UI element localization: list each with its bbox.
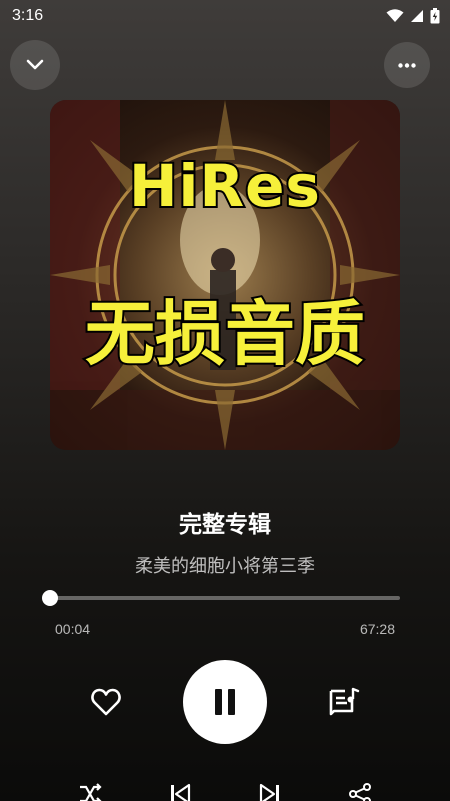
play-pause-button[interactable] <box>183 660 267 744</box>
shuffle-button[interactable] <box>76 780 104 801</box>
previous-track-button[interactable] <box>166 780 194 801</box>
album-cover: HiRes 无损音质 <box>50 100 400 450</box>
progress-slider[interactable] <box>42 590 400 606</box>
time-total: 67:28 <box>359 621 395 637</box>
battery-icon <box>430 8 440 24</box>
shuffle-icon <box>80 783 102 801</box>
status-icons <box>386 8 440 24</box>
more-horizontal-icon <box>398 62 416 68</box>
skip-next-icon <box>259 783 279 801</box>
lyrics-queue-button[interactable] <box>324 682 364 722</box>
collapse-player-button[interactable] <box>10 40 60 90</box>
track-title: 完整专辑 <box>179 512 271 538</box>
lyrics-queue-icon <box>329 687 360 716</box>
track-artist[interactable]: 柔美的细胞小将第三季 <box>0 552 450 578</box>
more-options-button[interactable] <box>384 42 430 88</box>
cover-title-hires: HiRes <box>127 150 322 222</box>
chevron-down-icon <box>26 59 44 70</box>
share-icon <box>349 783 371 801</box>
share-button[interactable] <box>346 780 374 801</box>
cover-title-lossless: 无损音质 <box>83 291 367 377</box>
status-bar: 3:16 <box>0 0 450 32</box>
time-elapsed: 00:04 <box>55 621 91 637</box>
progress-thumb[interactable] <box>42 590 59 606</box>
next-track-button[interactable] <box>256 780 284 801</box>
skip-previous-icon <box>171 783 191 801</box>
status-time: 3:16 <box>12 7 44 24</box>
like-button[interactable] <box>86 682 126 722</box>
wifi-icon <box>386 9 404 22</box>
signal-icon <box>411 10 423 22</box>
heart-outline-icon <box>91 688 121 716</box>
pause-icon <box>215 689 235 715</box>
